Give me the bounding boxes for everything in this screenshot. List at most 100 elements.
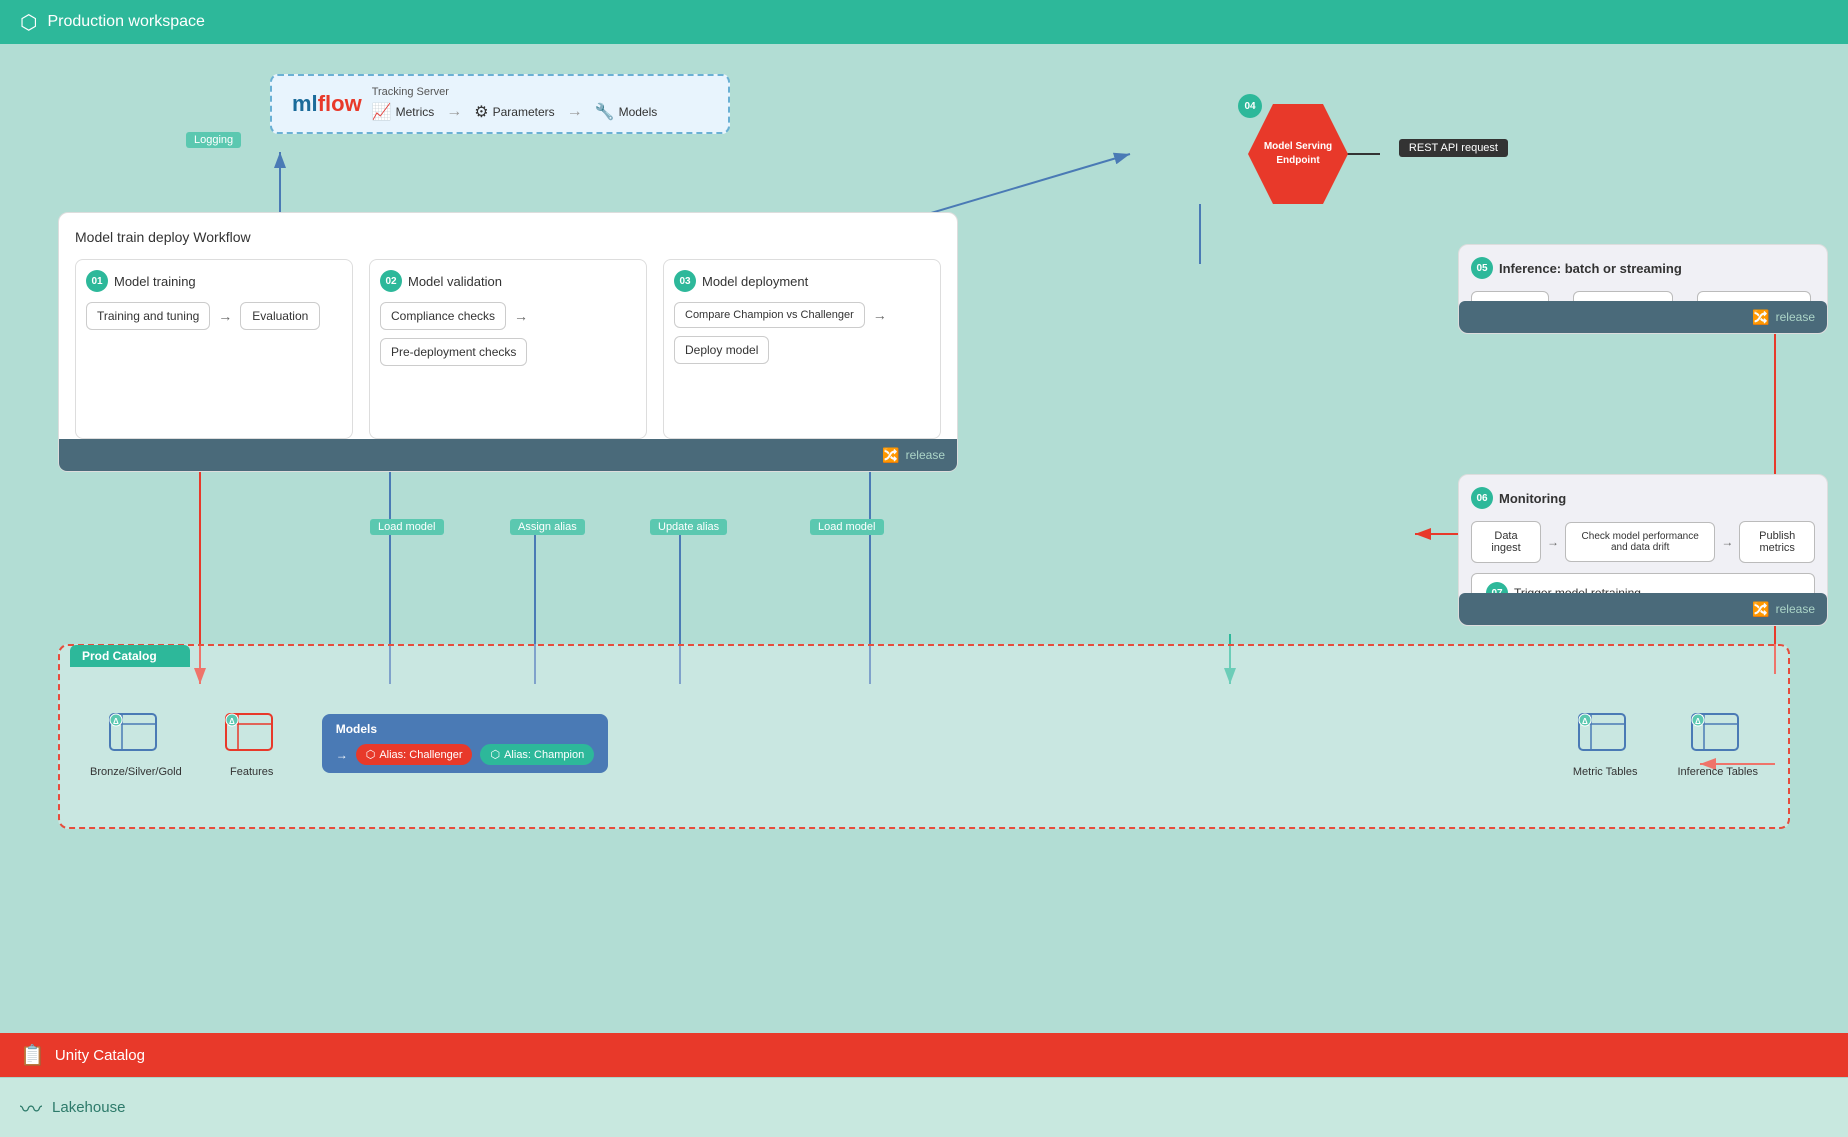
step-3-title: 03 Model deployment [674, 270, 930, 292]
load-model-1-label: Load model [370, 519, 444, 535]
monitoring-title: 06 Monitoring [1471, 487, 1815, 509]
monitoring-steps: Data ingest → Check model performance an… [1471, 521, 1815, 563]
mlflow-inner: mlflow Tracking Server 📈 Metrics → ⚙ Par… [292, 86, 708, 122]
training-tuning-item: Training and tuning [86, 302, 210, 330]
mlflow-logo: mlflow [292, 91, 362, 117]
catalog-bronze-silver-gold: Δ Bronze/Silver/Gold [90, 710, 182, 778]
challenger-label: Alias: Challenger [379, 749, 462, 761]
mlflow-box: mlflow Tracking Server 📈 Metrics → ⚙ Par… [270, 74, 730, 134]
step-1-title: 01 Model training [86, 270, 342, 292]
step-model-validation: 02 Model validation Compliance checks → … [369, 259, 647, 439]
catalog-metric-tables: Δ Metric Tables [1573, 710, 1638, 778]
svg-text:Δ: Δ [1582, 717, 1588, 726]
alias-challenger: ⬡ Alias: Challenger [356, 744, 473, 765]
lakehouse-icon: 〰 [20, 1092, 42, 1124]
inference-release-icon: 🔀 [1752, 309, 1769, 326]
catalog-inference-tables: Δ Inference Tables [1677, 710, 1758, 778]
tracking-server-label: Tracking Server [372, 86, 658, 98]
tracking-items: 📈 Metrics → ⚙ Parameters → 🔧 Models [372, 102, 658, 122]
model-serving-hexagon: Model Serving Endpoint [1248, 104, 1348, 204]
step-3-items: Compare Champion vs Challenger → Deploy … [674, 302, 930, 364]
models-box-title: Models [336, 722, 594, 736]
bsg-label: Bronze/Silver/Gold [90, 766, 182, 778]
workflow-release-icon: 🔀 [882, 447, 899, 464]
tracking-metrics: 📈 Metrics [372, 102, 435, 122]
prod-catalog-header: Prod Catalog [70, 645, 190, 667]
svg-text:Δ: Δ [229, 717, 235, 726]
load-model-2-label: Load model [810, 519, 884, 535]
model-serving-text: Model Serving Endpoint [1248, 140, 1348, 168]
logging-label: Logging [186, 132, 241, 148]
monitoring-check-model: Check model performance and data drift [1565, 522, 1715, 562]
update-alias-label: Update alias [650, 519, 727, 535]
features-label: Features [230, 766, 273, 778]
rest-api-label: REST API request [1399, 139, 1508, 157]
metrics-icon: 📈 [372, 102, 392, 122]
top-bar: ⬡ Production workspace [0, 0, 1848, 44]
inference-box: 05 Inference: batch or streaming Data in… [1458, 244, 1828, 334]
step-2-title: 02 Model validation [380, 270, 636, 292]
svg-text:Δ: Δ [113, 717, 119, 726]
unity-catalog-bar: 📋 Unity Catalog [0, 1033, 1848, 1077]
compare-champion-item: Compare Champion vs Challenger [674, 302, 865, 328]
evaluation-item: Evaluation [240, 302, 320, 330]
tracking-parameters: ⚙ Parameters [474, 102, 554, 122]
lakehouse-bar: 〰 Lakehouse [0, 1077, 1848, 1137]
lakehouse-title: Lakehouse [52, 1099, 125, 1116]
svg-text:Δ: Δ [1695, 717, 1701, 726]
mon-arrow-1: → [1547, 535, 1559, 549]
step-1-arrow: → [218, 308, 232, 324]
inference-number: 05 [1471, 257, 1493, 279]
main-content: mlflow Tracking Server 📈 Metrics → ⚙ Par… [0, 44, 1848, 1137]
alias-champion: ⬡ Alias: Champion [480, 744, 594, 765]
catalog-models-container: Models → ⬡ Alias: Challenger ⬡ Alias: Ch… [322, 714, 608, 773]
step-1-items: Training and tuning → Evaluation [86, 302, 342, 330]
workflow-box: Model train deploy Workflow 01 Model tra… [58, 212, 958, 472]
step-model-training: 01 Model training Training and tuning → … [75, 259, 353, 439]
unity-catalog-title: Unity Catalog [55, 1047, 145, 1064]
params-label: Parameters [493, 105, 555, 119]
model-serving-container: 04 Model Serving Endpoint [1248, 104, 1358, 214]
monitoring-number: 06 [1471, 487, 1493, 509]
params-icon: ⚙ [474, 102, 488, 122]
monitoring-release-text: release [1776, 602, 1815, 616]
workspace-title: Production workspace [47, 13, 204, 31]
monitoring-release-icon: 🔀 [1752, 601, 1769, 618]
models-label: Models [619, 105, 658, 119]
prod-catalog: Prod Catalog Δ Bronze/Silver/Gold [58, 644, 1790, 829]
bsg-icon: Δ [106, 710, 166, 760]
deploy-model-item: Deploy model [674, 336, 769, 364]
workspace-icon: ⬡ [20, 10, 37, 35]
compliance-checks-item: Compliance checks [380, 302, 506, 330]
serving-number: 04 [1238, 94, 1262, 118]
inference-title: 05 Inference: batch or streaming [1471, 257, 1815, 279]
champion-label: Alias: Champion [504, 749, 584, 761]
champion-icon: ⬡ [490, 748, 500, 761]
prod-catalog-content: Δ Bronze/Silver/Gold Δ Features [60, 667, 1788, 820]
assign-alias-label: Assign alias [510, 519, 585, 535]
workflow-steps: 01 Model training Training and tuning → … [75, 259, 941, 439]
models-box: Models → ⬡ Alias: Challenger ⬡ Alias: Ch… [322, 714, 608, 773]
features-icon-container: Δ [222, 710, 282, 760]
inference-icon-container: Δ [1688, 710, 1748, 760]
metric-icon-container: Δ [1575, 710, 1635, 760]
inference-release-text: release [1776, 310, 1815, 324]
monitoring-release-bar: 🔀 release [1459, 593, 1827, 625]
step-3-number: 03 [674, 270, 696, 292]
models-icon: 🔧 [595, 102, 615, 122]
monitoring-publish-metrics: Publish metrics [1739, 521, 1815, 563]
metric-tables-label: Metric Tables [1573, 766, 1638, 778]
unity-catalog-icon: 📋 [20, 1043, 45, 1068]
models-aliases: → ⬡ Alias: Challenger ⬡ Alias: Champion [336, 744, 594, 765]
bsg-icon-container: Δ [106, 710, 166, 760]
tracking-models: 🔧 Models [595, 102, 658, 122]
tracking-server-container: Tracking Server 📈 Metrics → ⚙ Parameters… [372, 86, 658, 122]
workflow-title: Model train deploy Workflow [75, 229, 941, 245]
mon-arrow-2: → [1721, 535, 1733, 549]
challenger-icon: ⬡ [366, 748, 376, 761]
metric-tables-icon: Δ [1575, 710, 1635, 760]
pre-deployment-item: Pre-deployment checks [380, 338, 527, 366]
workflow-release-text: release [906, 448, 945, 462]
inference-release-bar: 🔀 release [1459, 301, 1827, 333]
step-2-number: 02 [380, 270, 402, 292]
